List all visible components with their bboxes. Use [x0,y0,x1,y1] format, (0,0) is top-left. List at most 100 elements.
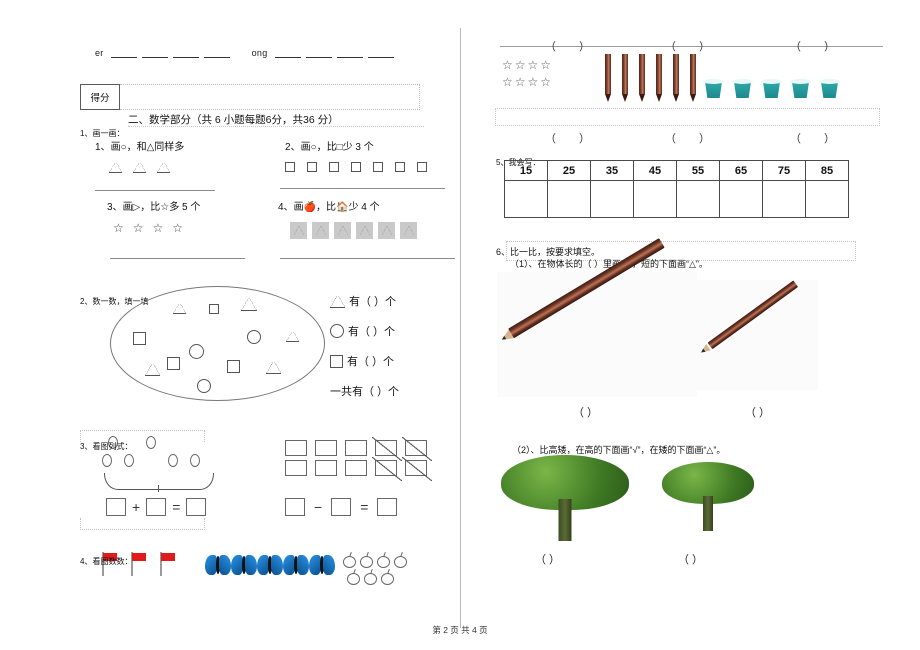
q6-sub2-answer-paren-1[interactable]: （ ） [535,551,560,567]
mid-answer-paren-3[interactable]: （ ） [790,130,845,146]
q2-legend-text: 有（ ）个 [347,356,395,368]
long-pencil-image [497,238,697,397]
score-box[interactable]: 得分 [80,84,120,110]
q3-right-picture: − = [285,437,432,516]
pinyin-blank[interactable] [367,49,394,58]
table-cell-input[interactable] [762,180,806,218]
q1-divider-left [95,190,215,191]
table-cell: 55 [676,160,720,181]
q5-number-table: 15 25 35 45 55 65 75 85 [504,160,849,218]
table-cell-input[interactable] [547,180,591,218]
q2-legend-text: 有（ ）个 [349,296,397,308]
apple-icon [376,551,391,568]
q1-item-4-shapes [290,222,417,239]
square-icon [167,357,180,370]
bucket-icon [790,78,811,98]
q1-item-4-no: 4、 [278,202,294,213]
table-cell: 15 [504,160,548,181]
star-icon: ☆ [540,75,552,89]
house-icon [334,222,351,239]
triangle-icon [109,162,122,173]
answer-box[interactable] [146,498,167,516]
q6-sub2-answer-paren-2[interactable]: （ ） [678,551,703,567]
short-pencil-image [688,280,818,390]
top-answer-paren-1[interactable]: （ ） [545,38,600,54]
triangle-icon [286,331,299,342]
star-icon: ☆ [514,58,526,72]
q3-frame-bottom [80,518,205,530]
mid-answer-paren-1[interactable]: （ ） [545,130,600,146]
pinyin-blank[interactable] [305,49,332,58]
table-cell: 85 [805,160,849,181]
q1-item-1-text: 1、画○，和△同样多 [95,138,184,153]
star-icon: ☆ [172,221,184,235]
house-icon [400,222,417,239]
q6-sub1-answer-paren-2[interactable]: （ ） [745,404,770,420]
circle-icon [190,454,200,467]
table-cell-input[interactable] [676,180,720,218]
tree-trunk [558,499,572,541]
star-icon: ☆ [152,221,164,235]
q3-label: 3、看图列式： [80,442,133,451]
pinyin-blank[interactable] [336,49,363,58]
q3-left-equation: + = [106,498,212,516]
pinyin-label-ong: ong [251,48,268,58]
pinyin-blank[interactable] [110,49,137,58]
q3-left-second-row [102,454,212,467]
table-cell-input[interactable] [590,180,634,218]
q2-legend: 有（ ）个 有（ ）个 有（ ）个 一共有（ ）个 [330,293,399,413]
answer-box[interactable] [186,498,207,516]
star-icon: ☆ [540,58,552,72]
q1-item-2-prompt: 画○，比□少 3 个 [300,142,374,153]
answer-box[interactable] [331,498,352,516]
top-answer-paren-3[interactable]: （ ） [790,38,845,54]
triangle-icon [157,162,170,173]
pencil-icon [638,54,646,102]
pinyin-blank[interactable] [203,49,230,58]
square-icon [329,162,339,172]
bucket-icon [761,78,782,98]
table-cell-input[interactable] [504,180,548,218]
answer-box[interactable] [377,498,398,516]
table-cell-input[interactable] [633,180,677,218]
q2-legend-row-circle: 有（ ）个 [330,323,399,339]
q1-item-3-shapes: ☆ ☆ ☆ ☆ [113,222,200,234]
q1-item-3-prompt: 画▷，比☆多 5 个 [122,202,201,213]
q1-item-2: 2、画○，比□少 3 个 [285,138,427,172]
circle-icon [189,344,204,359]
apple-icon [359,551,374,568]
q4-apple-row-1 [342,551,412,568]
answer-box[interactable] [106,498,126,516]
circle-icon [168,454,178,467]
square-crossed-icon [372,457,402,481]
pinyin-blank[interactable] [172,49,199,58]
pencil-icon [672,54,680,102]
answer-box[interactable] [285,498,305,516]
right-column: （ ） （ ） （ ） ☆ ☆ ☆ ☆ ☆ ☆ ☆ ☆ （ ） （ ） （ ） … [460,0,920,650]
pencil-icon [655,54,663,102]
square-icon [345,460,367,476]
q1-item-3-no: 3、 [107,202,123,213]
q6-sub1-answer-paren-1[interactable]: （ ） [573,404,598,420]
star-row: ☆ ☆ ☆ ☆ [502,58,551,72]
q4-group-butterflies [205,554,335,576]
score-row-frame [120,84,420,110]
pinyin-blank[interactable] [141,49,168,58]
circle-icon [102,454,112,467]
circle-icon [124,454,134,467]
pinyin-blank[interactable] [274,49,301,58]
apple-icon [363,568,378,585]
table-cell-input[interactable] [805,180,849,218]
plus-sign: + [132,499,141,515]
q1-item-1-shapes [109,162,184,173]
square-icon [417,162,427,172]
q2-legend-row-total: 一共有（ ）个 [330,383,399,399]
table-cell-input[interactable] [719,180,763,218]
mid-answer-paren-2[interactable]: （ ） [665,130,720,146]
q1-divider-right [280,188,445,189]
pencil-icon [604,54,612,102]
top-group-buckets [703,78,840,98]
table-cell: 25 [547,160,591,181]
top-answer-paren-2[interactable]: （ ） [665,38,720,54]
top-group-stars: ☆ ☆ ☆ ☆ ☆ ☆ ☆ ☆ [502,58,551,92]
